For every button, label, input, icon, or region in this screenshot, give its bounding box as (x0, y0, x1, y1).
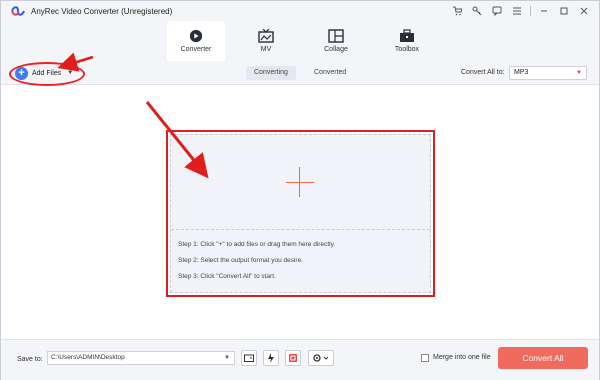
window-title: AnyRec Video Converter (Unregistered) (31, 7, 173, 16)
step-2-text: Step 2: Select the output format you des… (178, 257, 304, 264)
converter-icon (189, 29, 203, 43)
save-to-label: Save to: (17, 356, 43, 363)
settings-icon[interactable] (308, 350, 334, 366)
app-window: AnyRec Video Converter (Unregistered) Co… (0, 0, 600, 380)
toolbar: + Add Files ▼ Converting Converted Conve… (1, 61, 599, 85)
bottom-bar: Save to: C:\Users\ADMIN\Desktop ▼ Merge … (1, 339, 599, 380)
hardware-acceleration-icon[interactable] (263, 350, 279, 366)
output-format-select[interactable]: MP3 ▼ (509, 66, 587, 80)
add-plus-icon-bar[interactable] (286, 182, 314, 183)
close-icon[interactable] (577, 4, 591, 18)
title-bar: AnyRec Video Converter (Unregistered) (1, 1, 599, 21)
maximize-icon[interactable] (557, 4, 571, 18)
convert-all-button[interactable]: Convert All (498, 347, 588, 369)
chevron-down-icon[interactable]: ▼ (224, 352, 230, 364)
tab-converting[interactable]: Converting (246, 66, 296, 80)
chevron-down-icon: ▼ (576, 70, 582, 76)
merge-checkbox[interactable] (421, 354, 429, 362)
tab-label: MV (260, 46, 272, 53)
tab-mv[interactable]: MV (237, 21, 295, 61)
step-1-text: Step 1: Click "+" to add files or drag t… (178, 241, 336, 248)
toolbox-icon (400, 29, 414, 42)
collage-icon (328, 29, 344, 43)
annotation-ellipse (9, 62, 85, 86)
format-value: MP3 (514, 69, 529, 76)
high-speed-conversion-icon[interactable] (285, 350, 301, 366)
top-nav: Converter MV Collage Toolbox (1, 21, 599, 61)
save-path-value: C:\Users\ADMIN\Desktop (51, 354, 125, 361)
title-separator (530, 6, 531, 16)
save-path-field[interactable]: C:\Users\ADMIN\Desktop ▼ (47, 351, 235, 365)
tab-label: Converter (180, 46, 212, 53)
drop-zone[interactable] (170, 134, 431, 293)
tab-label: Toolbox (394, 46, 420, 53)
drop-divider (171, 229, 430, 230)
cart-icon[interactable] (450, 4, 464, 18)
merge-label: Merge into one file (433, 354, 491, 361)
open-folder-icon[interactable] (241, 350, 257, 366)
tab-converter[interactable]: Converter (167, 21, 225, 61)
tab-label: Collage (324, 46, 348, 53)
tab-converted[interactable]: Converted (306, 66, 354, 80)
app-logo-icon (11, 6, 25, 16)
menu-icon[interactable] (510, 4, 524, 18)
step-3-text: Step 3: Click "Convert All" to start. (178, 273, 276, 280)
mv-icon (258, 29, 274, 43)
key-icon[interactable] (470, 4, 484, 18)
feedback-icon[interactable] (490, 4, 504, 18)
tab-toolbox[interactable]: Toolbox (378, 21, 436, 61)
window-controls (450, 4, 591, 18)
tab-collage[interactable]: Collage (307, 21, 365, 61)
minimize-icon[interactable] (537, 4, 551, 18)
convert-all-to-label: Convert All to: (461, 69, 505, 76)
